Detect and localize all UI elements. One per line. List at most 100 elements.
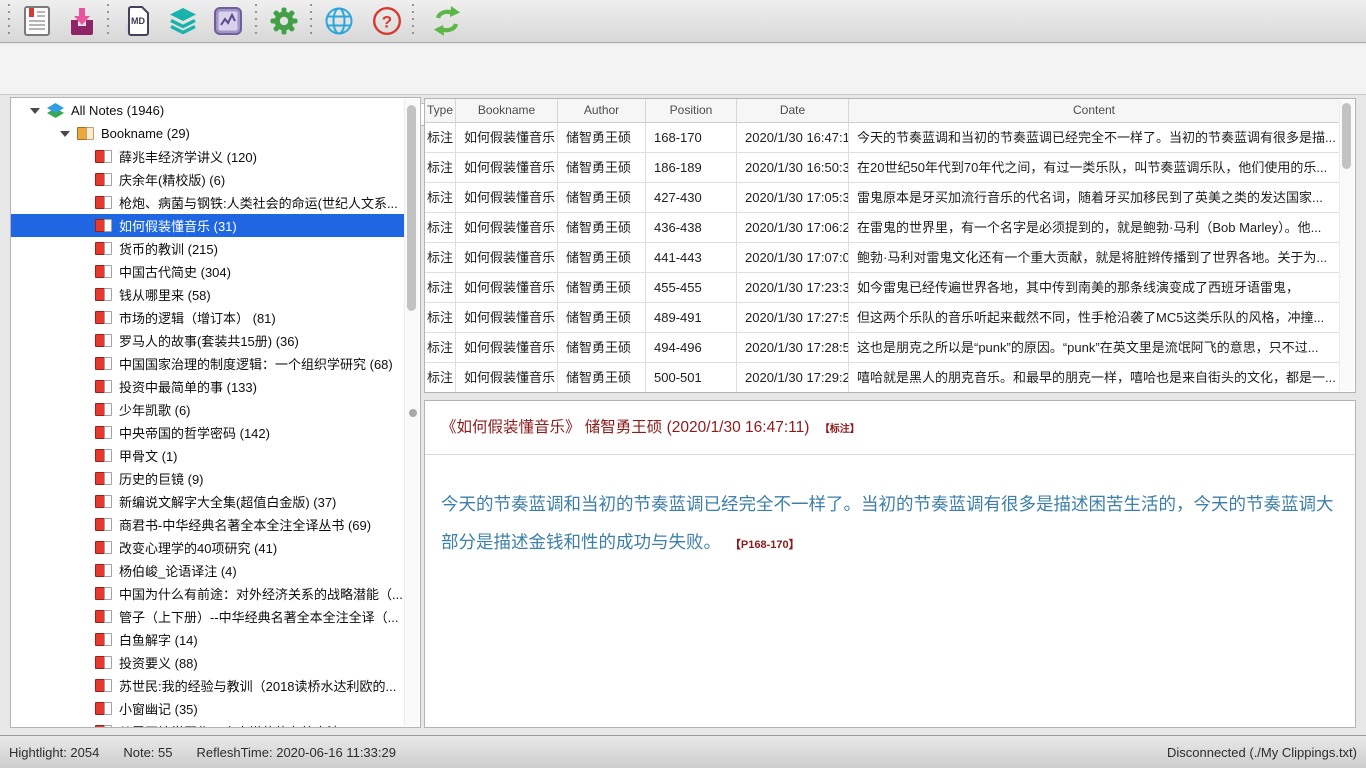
column-header-bookname[interactable]: Bookname [456, 99, 558, 122]
table-row[interactable]: 标注如何假装懂音乐储智勇王硕455-4552020/1/30 17:23:36如… [425, 273, 1339, 303]
splitter-handle[interactable] [409, 409, 417, 417]
sidebar-item-label: 甲骨文 (1) [119, 446, 178, 465]
column-header-author[interactable]: Author [558, 99, 646, 122]
cell-bookname: 如何假装懂音乐 [456, 183, 558, 212]
sidebar-item[interactable]: 苏世民:我的经验与教训（2018读桥水达利欧的... [11, 674, 404, 697]
sidebar-item-label: 苏世民:我的经验与教训（2018读桥水达利欧的... [119, 676, 396, 695]
red-book-icon [95, 564, 112, 577]
notes-button[interactable] [20, 4, 54, 38]
sidebar-scrollbar-thumb[interactable] [407, 105, 416, 311]
detail-type-tag: 【标注】 [820, 424, 860, 435]
table-row[interactable]: 标注如何假装懂音乐储智勇王硕186-1892020/1/30 16:50:39在… [425, 153, 1339, 183]
layers-button[interactable] [166, 4, 200, 38]
cell-bookname: 如何假装懂音乐 [456, 303, 558, 332]
sidebar-item[interactable]: 薛兆丰经济学讲义 (120) [11, 145, 404, 168]
sidebar-item[interactable]: All Notes (1946) [11, 99, 404, 122]
sidebar-item[interactable]: 杨伯峻_论语译注 (4) [11, 559, 404, 582]
detail-position-tag: 【P168-170】 [730, 539, 800, 551]
table-row[interactable]: 标注如何假装懂音乐储智勇王硕489-4912020/1/30 17:27:58但… [425, 303, 1339, 333]
sidebar-item[interactable]: 甲骨文 (1) [11, 444, 404, 467]
sidebar-item[interactable]: 改变心理学的40项研究 (41) [11, 536, 404, 559]
disclosure-triangle-icon[interactable] [30, 108, 40, 114]
sidebar-item[interactable]: 钱从哪里来 (58) [11, 283, 404, 306]
red-book-icon [95, 426, 112, 439]
cell-bookname: 如何假装懂音乐 [456, 153, 558, 182]
orange-book-icon [77, 127, 94, 140]
sidebar-item[interactable]: 投资要义 (88) [11, 651, 404, 674]
cell-type: 标注 [425, 153, 456, 182]
red-book-icon [95, 610, 112, 623]
sidebar-item[interactable]: 中国古代简史 (304) [11, 260, 404, 283]
table-row[interactable]: 标注如何假装懂音乐储智勇王硕441-4432020/1/30 17:07:05鲍… [425, 243, 1339, 273]
sidebar-item[interactable]: 管子（上下册）--中华经典名著全本全注全译（... [11, 605, 404, 628]
refresh-button[interactable] [430, 4, 464, 38]
table-row[interactable]: 标注如何假装懂音乐储智勇王硕427-4302020/1/30 17:05:31雷… [425, 183, 1339, 213]
blue-book-icon [47, 104, 64, 117]
sidebar-item-label: 如何假装懂音乐 (31) [119, 216, 237, 235]
settings-button[interactable] [267, 4, 301, 38]
table-row[interactable]: 标注如何假装懂音乐储智勇王硕168-1702020/1/30 16:47:11今… [425, 123, 1339, 153]
sidebar-item[interactable]: 枪炮、病菌与钢铁:人类社会的命运(世纪人文系... [11, 191, 404, 214]
sidebar-item[interactable]: 从零开始学写作：个人增值的有效方法 (6) [11, 720, 404, 727]
sidebar-item[interactable]: 中国国家治理的制度逻辑：一个组织学研究 (68) [11, 352, 404, 375]
table-row[interactable]: 标注如何假装懂音乐储智勇王硕494-4962020/1/30 17:28:54这… [425, 333, 1339, 363]
column-header-content[interactable]: Content [849, 99, 1339, 122]
column-header-type[interactable]: Type [425, 99, 456, 122]
sidebar-item[interactable]: 投资中最简单的事 (133) [11, 375, 404, 398]
sidebar-item-label: 中国国家治理的制度逻辑：一个组织学研究 (68) [119, 354, 393, 373]
statistics-icon [211, 5, 245, 37]
sidebar-item-label: 中国为什么有前途：对外经济关系的战略潜能（... [119, 584, 403, 603]
table-header: TypeBooknameAuthorPositionDateContent [425, 99, 1339, 123]
table-row[interactable]: 标注如何假装懂音乐储智勇王硕500-5012020/1/30 17:29:28嘻… [425, 363, 1339, 393]
red-book-icon [95, 541, 112, 554]
cell-content: 在20世纪50年代到70年代之间，有过一类乐队，叫节奏蓝调乐队，他们使用的乐..… [849, 153, 1339, 182]
red-book-icon [95, 380, 112, 393]
red-book-icon [95, 449, 112, 462]
sidebar-item-label: 改变心理学的40项研究 (41) [119, 538, 277, 557]
cell-date: 2020/1/30 16:50:39 [737, 153, 849, 182]
sidebar-item[interactable]: 市场的逻辑（增订本） (81) [11, 306, 404, 329]
detail-divider [425, 454, 1355, 455]
column-header-position[interactable]: Position [646, 99, 737, 122]
cell-bookname: 如何假装懂音乐 [456, 363, 558, 392]
sidebar-item[interactable]: 少年凯歌 (6) [11, 398, 404, 421]
sidebar-item[interactable]: 货币的教训 (215) [11, 237, 404, 260]
sidebar-item[interactable]: 如何假装懂音乐 (31) [11, 214, 404, 237]
sidebar-item[interactable]: 中央帝国的哲学密码 (142) [11, 421, 404, 444]
cell-author: 储智勇王硕 [558, 333, 646, 362]
table-row[interactable]: 标注如何假装懂音乐储智勇王硕436-4382020/1/30 17:06:24在… [425, 213, 1339, 243]
web-button[interactable] [322, 4, 356, 38]
disclosure-triangle-icon[interactable] [60, 131, 70, 137]
sidebar-item-label: 杨伯峻_论语译注 (4) [119, 561, 237, 580]
cell-position: 489-491 [646, 303, 737, 332]
cell-type: 标注 [425, 213, 456, 242]
sidebar-item[interactable]: 白鱼解字 (14) [11, 628, 404, 651]
sidebar-item[interactable]: Bookname (29) [11, 122, 404, 145]
import-icon [65, 5, 99, 37]
cell-author: 储智勇王硕 [558, 153, 646, 182]
markdown-export-button[interactable]: MD [121, 4, 155, 38]
layers-icon [166, 5, 200, 37]
sidebar: All Notes (1946)Bookname (29)薛兆丰经济学讲义 (1… [10, 97, 421, 728]
red-book-icon [95, 679, 112, 692]
sidebar-item[interactable]: 庆余年(精校版) (6) [11, 168, 404, 191]
cell-content: 鲍勃·马利对雷鬼文化还有一个重大贡献，就是将脏辫传播到了世界各地。关于为... [849, 243, 1339, 272]
import-button[interactable] [65, 4, 99, 38]
table-scrollbar-thumb[interactable] [1342, 103, 1351, 169]
column-header-date[interactable]: Date [737, 99, 849, 122]
sidebar-item[interactable]: 罗马人的故事(套装共15册) (36) [11, 329, 404, 352]
sidebar-item[interactable]: 中国为什么有前途：对外经济关系的战略潜能（... [11, 582, 404, 605]
cell-position: 186-189 [646, 153, 737, 182]
cell-content: 如今雷鬼已经传遍世界各地，其中传到南美的那条线演变成了西班牙语雷鬼， [849, 273, 1339, 302]
sidebar-item[interactable]: 小窗幽记 (35) [11, 697, 404, 720]
cell-type: 标注 [425, 183, 456, 212]
help-button[interactable]: ? [370, 4, 404, 38]
statistics-button[interactable] [211, 4, 245, 38]
sidebar-item-label: 少年凯歌 (6) [119, 400, 191, 419]
sidebar-item[interactable]: 历史的巨镜 (9) [11, 467, 404, 490]
red-book-icon [95, 725, 112, 727]
help-icon: ? [370, 5, 404, 37]
table-scrollbar[interactable] [1339, 100, 1354, 391]
sidebar-item[interactable]: 新编说文解字大全集(超值白金版) (37) [11, 490, 404, 513]
sidebar-item[interactable]: 商君书-中华经典名著全本全注全译丛书 (69) [11, 513, 404, 536]
